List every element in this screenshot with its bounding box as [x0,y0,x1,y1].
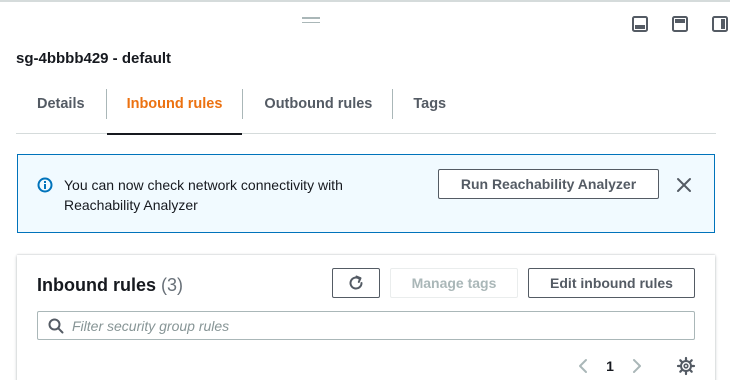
tab-outbound-rules[interactable]: Outbound rules [243,74,392,134]
info-banner: You can now check network connectivity w… [17,154,715,233]
chevron-left-icon[interactable] [572,355,594,377]
tab-details[interactable]: Details [16,74,106,134]
info-icon [37,177,53,193]
top-border [0,0,730,2]
card-title: Inbound rules (3) [37,275,183,296]
search-icon [48,318,64,334]
tab-tags[interactable]: Tags [393,74,466,134]
run-reachability-analyzer-button[interactable]: Run Reachability Analyzer [438,169,659,199]
panel-layout-controls [610,14,730,34]
inbound-rules-card: Inbound rules (3) Manage tags Edit inbou… [17,255,715,380]
pagination: 1 [572,355,648,377]
gear-icon[interactable] [676,356,696,376]
chevron-right-icon[interactable] [626,355,648,377]
tab-inbound-rules[interactable]: Inbound rules [106,74,243,135]
rule-count: (3) [161,275,184,295]
panel-split-icon[interactable] [670,14,690,34]
resize-handle-icon[interactable] [302,17,320,24]
card-title-text: Inbound rules [37,275,156,295]
filter-input[interactable] [72,315,672,336]
page-number[interactable]: 1 [600,358,620,374]
filter-box [37,311,695,340]
banner-message: You can now check network connectivity w… [64,177,343,213]
close-icon[interactable] [674,175,694,195]
refresh-button[interactable] [332,268,380,298]
panel-side-icon[interactable] [710,14,730,34]
panel-title: sg-4bbbb429 - default [16,50,172,67]
refresh-icon [349,275,363,290]
manage-tags-button[interactable]: Manage tags [390,268,518,298]
tab-bar: Details Inbound rules Outbound rules Tag… [16,74,716,135]
panel-bottom-icon[interactable] [630,14,650,34]
edit-inbound-rules-button[interactable]: Edit inbound rules [528,268,695,298]
